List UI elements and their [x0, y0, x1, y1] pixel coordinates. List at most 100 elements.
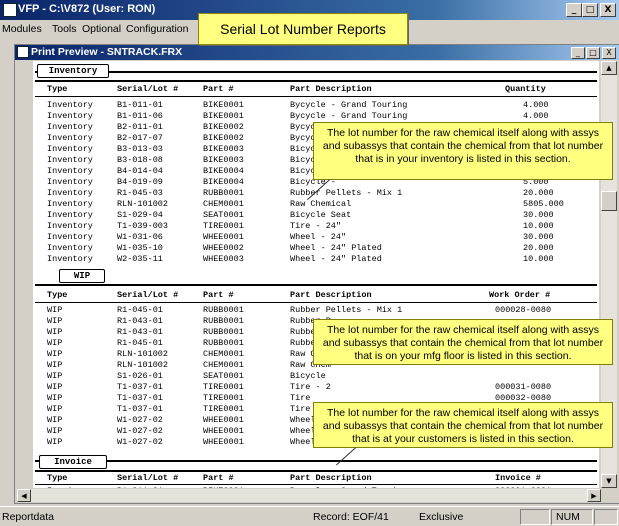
inventory-cell: CHEM0001 [203, 199, 244, 209]
inventory-cell: BIKE0002 [203, 133, 244, 143]
horizontal-scrollbar[interactable]: ◀ ▶ [17, 489, 601, 502]
col-serial-header: Serial/Lot # [117, 290, 179, 300]
col-qty-header: Quantity [505, 84, 546, 94]
inventory-cell: B1-011-06 [117, 111, 163, 121]
menu-modules[interactable]: Modules [2, 23, 42, 35]
inventory-cell: Inventory [47, 122, 93, 132]
inventory-cell: Inventory [47, 155, 93, 165]
maximize-button[interactable]: □ [582, 3, 598, 17]
col-part-header: Part # [203, 84, 234, 94]
wip-cell: W1-027-02 [117, 415, 163, 425]
preview-maximize-button[interactable]: □ [586, 47, 600, 59]
wip-cell: RUBB0001 [203, 327, 244, 337]
inventory-row: Inventory W2-035-11 WHEE0003 Wheel - 24" Pl… [33, 254, 599, 264]
wip-cell: WIP [47, 371, 63, 381]
inventory-cell: R1-045-03 [117, 188, 163, 198]
scroll-thumb[interactable] [601, 191, 617, 211]
scroll-left-icon[interactable]: ◀ [17, 489, 31, 502]
inventory-cell: 20.000 [523, 188, 554, 198]
invoice-header: Type Serial/Lot # Part # Part Descriptio… [33, 473, 599, 483]
inventory-cell: W1-035-10 [117, 243, 163, 253]
inventory-cell: Wheel - 24" Plated [290, 254, 382, 264]
invoice-cell: 000001-0001 [495, 486, 551, 488]
inventory-cell: Inventory [47, 254, 93, 264]
wip-cell: WIP [47, 415, 63, 425]
status-bar: Reportdata Record: EOF/41 Exclusive NUM [0, 506, 619, 526]
inventory-cell: Inventory [47, 188, 93, 198]
preview-minimize-button[interactable]: _ [571, 47, 585, 59]
col-serial-header: Serial/Lot # [117, 473, 179, 483]
invoice-cell: BIKE0001 [203, 486, 244, 488]
menu-configuration[interactable]: Configuration [126, 23, 188, 35]
wip-cell: RUBB0001 [203, 305, 244, 315]
invoice-cell: Bycycle - Grand Touring [290, 486, 407, 488]
wip-row: WIP T1-037-01 TIRE0001 Tire - 2 000031-0080 [33, 382, 599, 392]
wip-cell: Bicycle [290, 371, 326, 381]
close-button[interactable]: X [600, 3, 616, 17]
inventory-cell: B4-019-09 [117, 177, 163, 187]
wip-header: Type Serial/Lot # Part # Part Descriptio… [33, 290, 599, 300]
inventory-cell: B1-011-01 [117, 100, 163, 110]
wip-cell: Rubber Pellets - Mix 1 [290, 305, 403, 315]
wip-cell: WIP [47, 437, 63, 447]
inventory-cell: Inventory [47, 243, 93, 253]
wip-cell: TIRE0001 [203, 393, 244, 403]
inventory-cell: Inventory [47, 100, 93, 110]
col-type-header: Type [47, 290, 68, 300]
wip-cell: T1-037-01 [117, 404, 163, 414]
wip-cell: WIP [47, 393, 63, 403]
rule [35, 460, 597, 462]
inventory-cell: Raw Chemical [290, 199, 352, 209]
wip-cell: R1-045-01 [117, 338, 163, 348]
minimize-button[interactable]: _ [566, 3, 582, 17]
wip-row: WIP S1-026-01 SEAT0001 Bicycle [33, 371, 599, 381]
inventory-cell: Inventory [47, 221, 93, 231]
invoice-section-tab: Invoice [39, 455, 107, 469]
inventory-cell: Bicycle Seat [290, 210, 352, 220]
rule [35, 96, 597, 97]
inventory-cell: Bycycle - Grand Touring [290, 100, 408, 110]
rule [35, 470, 597, 472]
inventory-cell: Inventory [47, 177, 93, 187]
invoice-annotation: The lot number for the raw chemical itse… [313, 402, 613, 448]
inventory-cell: 30.000 [523, 210, 554, 220]
scroll-right-icon[interactable]: ▶ [587, 489, 601, 502]
inventory-cell: B4-014-04 [117, 166, 163, 176]
rule [35, 71, 597, 73]
inventory-cell: Inventory [47, 166, 93, 176]
invoice-cell: B1-011-01 [117, 486, 163, 488]
inventory-cell: WHEE0003 [203, 254, 244, 264]
scroll-down-icon[interactable]: ▼ [601, 474, 617, 488]
col-type-header: Type [47, 473, 68, 483]
inventory-row: Inventory W1-031-06 WHEE0001 Wheel - 24" 30.… [33, 232, 599, 242]
inventory-cell: 4.000 [523, 100, 549, 110]
inventory-cell: Wheel - 24" [290, 232, 347, 242]
wip-cell: WHEE0001 [203, 426, 244, 436]
inventory-header: Type Serial/Lot # Part # Part Descriptio… [33, 84, 599, 94]
inventory-row: Inventory T1-039-003 TIRE0001 Tire - 24" 10.… [33, 221, 599, 231]
scroll-up-icon[interactable]: ▲ [601, 61, 617, 75]
invoice-row: Invoice B1-011-01 BIKE0001 Bycycle - Grand … [33, 486, 599, 488]
wip-cell: TIRE0001 [203, 382, 244, 392]
inventory-cell: B3-013-03 [117, 144, 163, 154]
wip-cell: R1-043-01 [117, 327, 163, 337]
status-panel [594, 509, 618, 525]
inventory-cell: Inventory [47, 144, 93, 154]
menu-tools[interactable]: Tools [52, 23, 77, 35]
wip-cell: T1-037-01 [117, 382, 163, 392]
wip-cell: SEAT0001 [203, 371, 244, 381]
inventory-cell: Inventory [47, 232, 93, 242]
menu-optional[interactable]: Optional [82, 23, 121, 35]
rule [35, 80, 597, 82]
inventory-cell: BIKE0003 [203, 155, 244, 165]
inventory-cell: 5805.000 [523, 199, 564, 209]
inventory-cell: Inventory [47, 133, 93, 143]
inventory-cell: RLN-101002 [117, 199, 169, 209]
preview-title-bar: Print Preview - SNTRACK.FRX _ □ X [15, 45, 619, 60]
wip-cell: 000028-0080 [495, 305, 552, 315]
col-wo-header: Work Order # [489, 290, 551, 300]
wip-cell: Tire [290, 393, 311, 403]
preview-close-button[interactable]: X [602, 47, 616, 59]
inventory-cell: SEAT0001 [203, 210, 244, 220]
inventory-cell: WHEE0001 [203, 232, 244, 242]
